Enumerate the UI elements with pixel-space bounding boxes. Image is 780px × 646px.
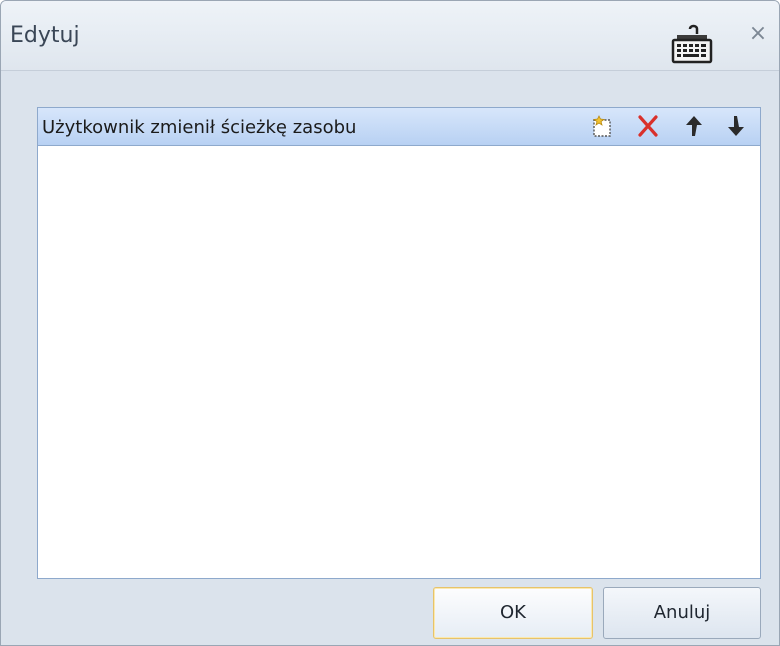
title-bar: Edytuj × [1,1,779,71]
cancel-button[interactable]: Anuluj [603,587,761,639]
list-body[interactable] [38,146,760,578]
dialog-title: Edytuj [10,23,80,48]
list-header-label: Użytkownik zmienił ścieżkę zasobu [42,117,357,138]
keyboard-icon[interactable] [669,23,715,67]
list-header: Użytkownik zmienił ścieżkę zasobu [38,108,760,146]
events-list-panel: Użytkownik zmienił ścieżkę zasobu [37,107,761,579]
close-icon[interactable]: × [747,23,769,45]
ok-button[interactable]: OK [433,587,593,639]
new-item-icon[interactable] [590,112,618,140]
arrow-up-icon[interactable] [680,112,708,140]
delete-icon[interactable] [634,112,662,140]
edit-dialog: Edytuj × Użytkownik zmienił ścieżkę zaso… [0,0,780,646]
arrow-down-icon[interactable] [722,112,750,140]
